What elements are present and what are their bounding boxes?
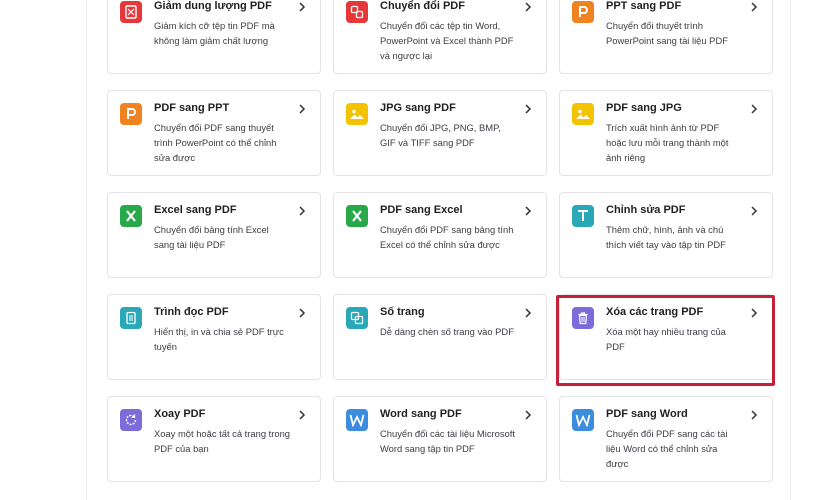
tool-title: PDF sang PPT: [154, 102, 230, 114]
tool-description: Chuyển đổi thuyết trình PowerPoint sang …: [606, 20, 728, 46]
tool-title: PPT sang PDF: [606, 0, 682, 12]
tool-card-pdf-to-excel[interactable]: PDF sang Excel Chuyển đổi PDF sang bảng …: [333, 192, 547, 278]
chevron-right-icon: [299, 104, 306, 114]
tool-title: PDF sang Word: [606, 408, 688, 420]
chevron-right-icon: [525, 206, 532, 216]
tool-title: Số trang: [380, 306, 425, 318]
excel-icon: [120, 205, 142, 227]
rotate-icon: [120, 409, 142, 431]
tool-card-jpg-to-pdf[interactable]: JPG sang PDF Chuyển đổi JPG, PNG, BMP, G…: [333, 90, 547, 176]
chevron-right-icon: [525, 104, 532, 114]
tool-description: Xoay một hoặc tất cả trang trong PDF của…: [154, 428, 291, 454]
tool-title: JPG sang PDF: [380, 102, 456, 114]
tool-description: Giảm kích cỡ tệp tin PDF mà không làm gi…: [154, 20, 275, 46]
convert-icon: [346, 1, 368, 23]
tool-card-page-numbers[interactable]: Số trang Dễ dàng chèn số trang vào PDF: [333, 294, 547, 380]
tool-description: Trích xuất hình ảnh từ PDF hoặc lưu mỗi …: [606, 122, 729, 163]
page-number-icon: [346, 307, 368, 329]
tool-card-pdf-to-ppt[interactable]: PDF sang PPT Chuyển đổi PDF sang thuyết …: [107, 90, 321, 176]
tool-description: Chuyển đổi PDF sang các tài liệu Word có…: [606, 428, 728, 469]
chevron-right-icon: [299, 2, 306, 12]
text-edit-icon: [572, 205, 594, 227]
tool-card-compress[interactable]: Giảm dung lượng PDF Giảm kích cỡ tệp tin…: [107, 0, 321, 74]
image-icon: [572, 103, 594, 125]
tool-description: Chuyển đổi PDF sang thuyết trình PowerPo…: [154, 122, 277, 163]
tool-title: PDF sang JPG: [606, 102, 682, 114]
page-border-right: [790, 0, 791, 500]
powerpoint-icon: [572, 1, 594, 23]
tool-card-word-to-pdf[interactable]: Word sang PDF Chuyển đổi các tài liệu Mi…: [333, 396, 547, 482]
chevron-right-icon: [751, 206, 758, 216]
chevron-right-icon: [525, 308, 532, 318]
tool-card-excel-to-pdf[interactable]: Excel sang PDF Chuyển đổi bảng tính Exce…: [107, 192, 321, 278]
tool-description: Hiển thị, in và chia sẻ PDF trực tuyến: [154, 326, 284, 352]
chevron-right-icon: [525, 410, 532, 420]
tool-description: Thêm chữ, hình, ảnh và chú thích viết ta…: [606, 224, 726, 250]
tool-title: Trình đọc PDF: [154, 306, 229, 318]
tool-card-pdf-to-word[interactable]: PDF sang Word Chuyển đổi PDF sang các tà…: [559, 396, 773, 482]
tool-title: Chỉnh sửa PDF: [606, 204, 686, 216]
tool-title: Chuyển đổi PDF: [380, 0, 465, 12]
chevron-right-icon: [751, 410, 758, 420]
tool-description: Xóa một hay nhiều trang của PDF: [606, 326, 726, 352]
tool-card-ppt-to-pdf[interactable]: PPT sang PDF Chuyển đổi thuyết trình Pow…: [559, 0, 773, 74]
tool-description: Chuyển đổi các tệp tin Word, PowerPoint …: [380, 20, 514, 61]
word-icon: [572, 409, 594, 431]
chevron-right-icon: [751, 308, 758, 318]
chevron-right-icon: [299, 410, 306, 420]
tool-card-delete-pages[interactable]: Xóa các trang PDF Xóa một hay nhiều tran…: [559, 294, 773, 380]
word-icon: [346, 409, 368, 431]
image-icon: [346, 103, 368, 125]
tool-card-edit[interactable]: Chỉnh sửa PDF Thêm chữ, hình, ảnh và chú…: [559, 192, 773, 278]
tool-title: Giảm dung lượng PDF: [154, 0, 272, 12]
chevron-right-icon: [525, 2, 532, 12]
tool-card-convert[interactable]: Chuyển đổi PDF Chuyển đổi các tệp tin Wo…: [333, 0, 547, 74]
chevron-right-icon: [751, 104, 758, 114]
tool-description: Chuyển đổi PDF sang bảng tính Excel có t…: [380, 224, 514, 250]
tool-title: PDF sang Excel: [380, 204, 463, 216]
tool-title: Word sang PDF: [380, 408, 462, 420]
tool-description: Chuyển đổi bảng tính Excel sang tài liệu…: [154, 224, 269, 250]
tool-title: Xoay PDF: [154, 408, 206, 420]
tool-card-reader[interactable]: Trình đọc PDF Hiển thị, in và chia sẻ PD…: [107, 294, 321, 380]
tool-card-rotate[interactable]: Xoay PDF Xoay một hoặc tất cả trang tron…: [107, 396, 321, 482]
tool-description: Dễ dàng chèn số trang vào PDF: [380, 326, 514, 337]
tools-grid: Giảm dung lượng PDF Giảm kích cỡ tệp tin…: [107, 0, 773, 482]
excel-icon: [346, 205, 368, 227]
tool-card-pdf-to-jpg[interactable]: PDF sang JPG Trích xuất hình ảnh từ PDF …: [559, 90, 773, 176]
tool-description: Chuyển đổi JPG, PNG, BMP, GIF và TIFF sa…: [380, 122, 501, 148]
tool-title: Excel sang PDF: [154, 204, 237, 216]
chevron-right-icon: [299, 206, 306, 216]
chevron-right-icon: [299, 308, 306, 318]
compress-icon: [120, 1, 142, 23]
document-icon: [120, 307, 142, 329]
page-border-left: [86, 0, 87, 500]
tool-description: Chuyển đổi các tài liệu Microsoft Word s…: [380, 428, 515, 454]
powerpoint-icon: [120, 103, 142, 125]
tool-title: Xóa các trang PDF: [606, 306, 704, 318]
trash-icon: [572, 307, 594, 329]
chevron-right-icon: [751, 2, 758, 12]
